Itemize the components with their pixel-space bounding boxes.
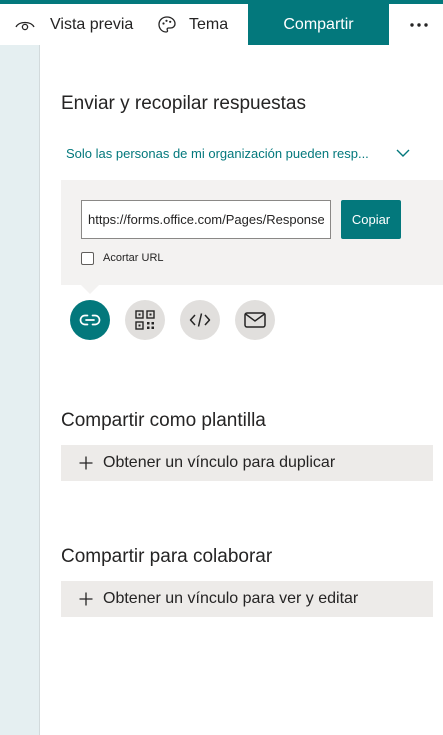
- plus-icon: [79, 456, 93, 470]
- email-icon: [244, 312, 266, 328]
- shorten-url-checkbox[interactable]: Acortar URL: [81, 250, 164, 266]
- copy-button[interactable]: Copiar: [341, 200, 401, 239]
- collab-link-button[interactable]: Obtener un vínculo para ver y editar: [61, 581, 433, 617]
- share-button[interactable]: Compartir: [248, 4, 389, 45]
- theme-label: Tema: [189, 15, 229, 33]
- permission-dropdown[interactable]: Solo las personas de mi organización pue…: [66, 142, 416, 164]
- chevron-down-icon: [396, 149, 410, 157]
- share-link-button[interactable]: [70, 300, 110, 340]
- link-box-pointer: [81, 285, 99, 294]
- send-section-title: Enviar y recopilar respuestas: [61, 93, 306, 114]
- palette-icon: [156, 14, 178, 36]
- link-box: Copiar Acortar URL: [61, 180, 443, 285]
- share-email-button[interactable]: [235, 300, 275, 340]
- template-section-title: Compartir como plantilla: [61, 410, 266, 431]
- link-icon: [79, 314, 101, 326]
- url-field[interactable]: [81, 200, 331, 239]
- share-embed-button[interactable]: [180, 300, 220, 340]
- checkbox-box[interactable]: [81, 251, 94, 265]
- more-ellipsis-icon: [410, 22, 428, 27]
- preview-button[interactable]: Vista previa: [14, 4, 133, 45]
- left-sidebar-strip: [0, 45, 40, 735]
- collab-section-title: Compartir para colaborar: [61, 546, 273, 567]
- permission-label: Solo las personas de mi organización pue…: [66, 145, 369, 161]
- more-options-button[interactable]: [400, 4, 438, 45]
- preview-label: Vista previa: [50, 15, 134, 33]
- shorten-url-label: Acortar URL: [103, 252, 164, 264]
- qr-code-icon: [135, 310, 155, 330]
- plus-icon: [79, 592, 93, 606]
- theme-button[interactable]: Tema: [156, 4, 228, 45]
- duplicate-link-label: Obtener un vínculo para duplicar: [103, 454, 336, 471]
- embed-code-icon: [189, 312, 211, 328]
- share-qr-button[interactable]: [125, 300, 165, 340]
- eye-icon: [14, 14, 36, 36]
- share-panel: Enviar y recopilar respuestas Solo las p…: [41, 45, 443, 735]
- collab-link-label: Obtener un vínculo para ver y editar: [103, 590, 359, 607]
- duplicate-link-button[interactable]: Obtener un vínculo para duplicar: [61, 445, 433, 481]
